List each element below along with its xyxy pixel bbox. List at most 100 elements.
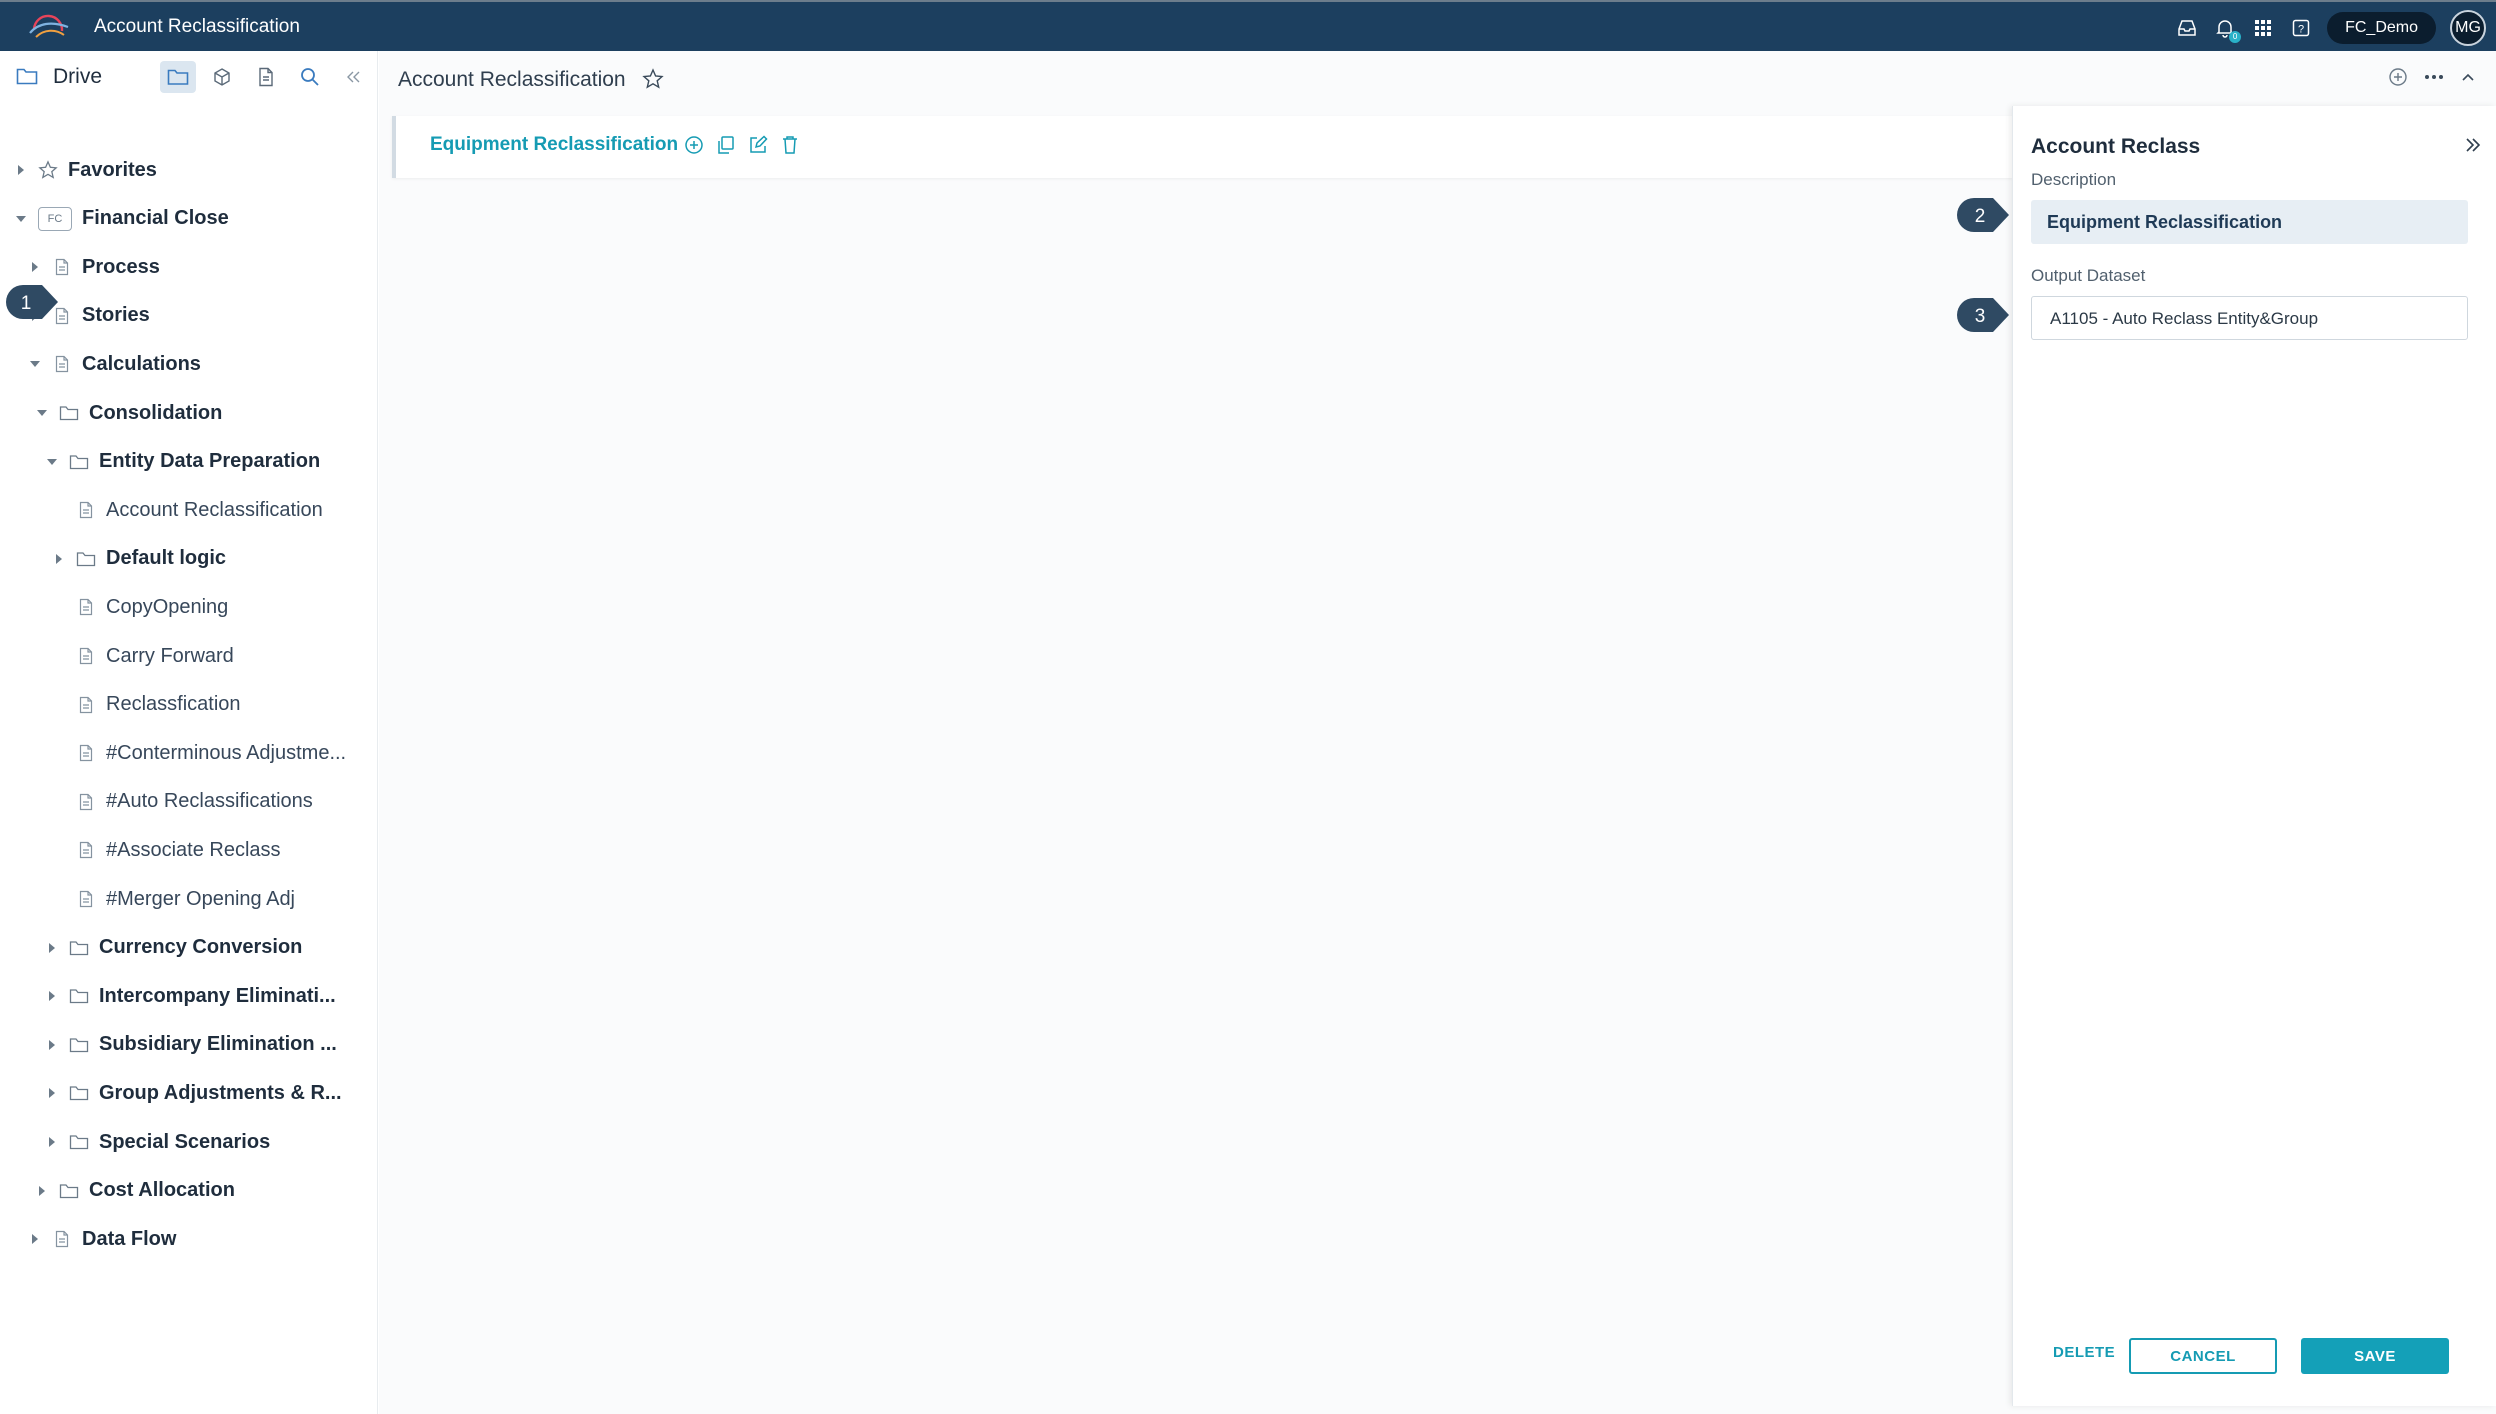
tree-item[interactable]: #Auto Reclassifications (52, 787, 313, 817)
tree-item[interactable]: Cost Allocation (35, 1176, 235, 1206)
tree-item[interactable]: #Merger Opening Adj (52, 884, 295, 914)
tree-item[interactable]: Carry Forward (52, 641, 234, 671)
document-icon (76, 889, 96, 909)
tree-item[interactable]: Currency Conversion (45, 933, 302, 963)
favorite-star-icon[interactable] (642, 68, 664, 90)
document-icon (76, 840, 96, 860)
document-icon (52, 257, 72, 277)
caret-spacer (52, 503, 66, 517)
notification-bell-icon[interactable]: 0 (2213, 16, 2242, 43)
search-icon[interactable] (292, 61, 328, 93)
page-title: Account Reclassification (398, 68, 626, 91)
caret-right-icon[interactable] (35, 1184, 49, 1198)
folder-icon (69, 1083, 89, 1103)
caret-right-icon[interactable] (45, 1086, 59, 1100)
caret-right-icon[interactable] (45, 989, 59, 1003)
tree-item[interactable]: Consolidation (35, 398, 222, 428)
document-icon (76, 695, 96, 715)
tree-item-label: Cost Allocation (89, 1179, 235, 1202)
tree-item[interactable]: Entity Data Preparation (45, 447, 320, 477)
tree-item[interactable]: FC Financial Close (14, 204, 229, 234)
tree-item[interactable]: Data Flow (28, 1224, 176, 1254)
tree-item[interactable]: #Associate Reclass (52, 835, 281, 865)
tree-item[interactable]: Special Scenarios (45, 1127, 270, 1157)
tree-item-label: #Associate Reclass (106, 838, 281, 861)
tree-item-label: Entity Data Preparation (99, 450, 321, 473)
tree-item[interactable]: Process (28, 252, 160, 282)
caret-down-icon[interactable] (35, 406, 49, 420)
tree-item[interactable]: Calculations (28, 349, 201, 379)
delete-button[interactable]: DELETE (2053, 1344, 2115, 1361)
callout-number: 3 (1975, 306, 1986, 327)
tree-item-label: CopyOpening (106, 595, 229, 618)
top-bar: Account Reclassification 0 ? FC_Demo MG (0, 0, 2496, 51)
tree-item-label: Financial Close (82, 207, 229, 230)
add-circle-icon[interactable] (2388, 67, 2408, 87)
tree-item[interactable]: #Conterminous Adjustme... (52, 738, 346, 768)
caret-down-icon[interactable] (14, 212, 28, 226)
tree-item-label: Carry Forward (106, 644, 234, 667)
tree-item[interactable]: CopyOpening (52, 592, 228, 622)
save-button[interactable]: SAVE (2301, 1338, 2449, 1374)
caret-spacer (52, 843, 66, 857)
cube-icon[interactable] (204, 61, 240, 93)
tenant-selector[interactable]: FC_Demo (2327, 11, 2436, 44)
caret-down-icon[interactable] (28, 357, 42, 371)
tree-item[interactable]: Reclassfication (52, 690, 241, 720)
caret-right-icon[interactable] (28, 260, 42, 274)
caret-right-icon[interactable] (14, 163, 28, 177)
document-icon[interactable] (248, 61, 284, 93)
app-logo-icon[interactable] (26, 9, 72, 45)
files-view-button[interactable] (160, 61, 196, 93)
app-grid-icon[interactable] (2251, 16, 2275, 40)
tree-item-label: #Conterminous Adjustme... (106, 741, 347, 764)
tree-item[interactable]: Account Reclassification (52, 495, 323, 525)
tree-item-label: Default logic (106, 547, 227, 570)
chevron-up-icon[interactable] (2460, 71, 2476, 83)
tree-item[interactable]: Subsidiary Elimination ... (45, 1030, 337, 1060)
panel-title: Account Reclass (2031, 135, 2201, 158)
output-dataset-field[interactable]: A1105 - Auto Reclass Entity&Group (2031, 296, 2468, 340)
tree-item-label: Consolidation (89, 401, 223, 424)
caret-right-icon[interactable] (45, 1038, 59, 1052)
calculation-card[interactable]: Equipment Reclassification (392, 116, 2012, 178)
step-callout-1: 1 (6, 285, 58, 319)
caret-right-icon[interactable] (52, 552, 66, 566)
more-options-icon[interactable] (2424, 74, 2444, 80)
delete-trash-icon[interactable] (779, 134, 801, 156)
caret-down-icon[interactable] (45, 455, 59, 469)
folder-icon (69, 986, 89, 1006)
tree-item-label: #Merger Opening Adj (106, 887, 296, 910)
tree-item-label: Currency Conversion (99, 936, 303, 959)
card-title[interactable]: Equipment Reclassification (430, 134, 678, 156)
tree-item-label: Group Adjustments & R... (99, 1081, 342, 1104)
caret-right-icon[interactable] (28, 1232, 42, 1246)
description-field[interactable]: Equipment Reclassification (2031, 200, 2468, 244)
user-avatar[interactable]: MG (2450, 9, 2486, 46)
caret-spacer (52, 746, 66, 760)
file-sidebar: Drive Favorites FC Financial Close Process S… (0, 51, 378, 1414)
help-icon[interactable]: ? (2289, 16, 2313, 40)
app-title: Account Reclassification (94, 16, 300, 37)
tree-item[interactable]: Default logic (52, 544, 226, 574)
step-callout-3: 3 (1957, 298, 2009, 332)
edit-icon[interactable] (747, 134, 769, 156)
sidebar-title: Drive (53, 65, 103, 88)
cancel-button[interactable]: CANCEL (2129, 1338, 2277, 1374)
caret-right-icon[interactable] (45, 1135, 59, 1149)
copy-icon[interactable] (715, 134, 737, 156)
document-icon (76, 597, 96, 617)
collapse-panel-icon[interactable] (2464, 136, 2482, 154)
tree-item[interactable]: Group Adjustments & R... (45, 1078, 342, 1108)
caret-right-icon[interactable] (45, 941, 59, 955)
tree-item-label: Stories (82, 304, 150, 327)
inbox-icon[interactable] (2175, 16, 2199, 40)
tree-item[interactable]: Intercompany Eliminati... (45, 981, 336, 1011)
add-icon[interactable] (683, 134, 705, 156)
tree-item[interactable]: Favorites (14, 155, 157, 185)
properties-panel: Account Reclass Description Equipment Re… (2012, 106, 2496, 1406)
collapse-sidebar-icon[interactable] (336, 61, 372, 93)
tree-item-label: #Auto Reclassifications (106, 790, 313, 813)
document-icon (76, 743, 96, 763)
caret-spacer (52, 892, 66, 906)
